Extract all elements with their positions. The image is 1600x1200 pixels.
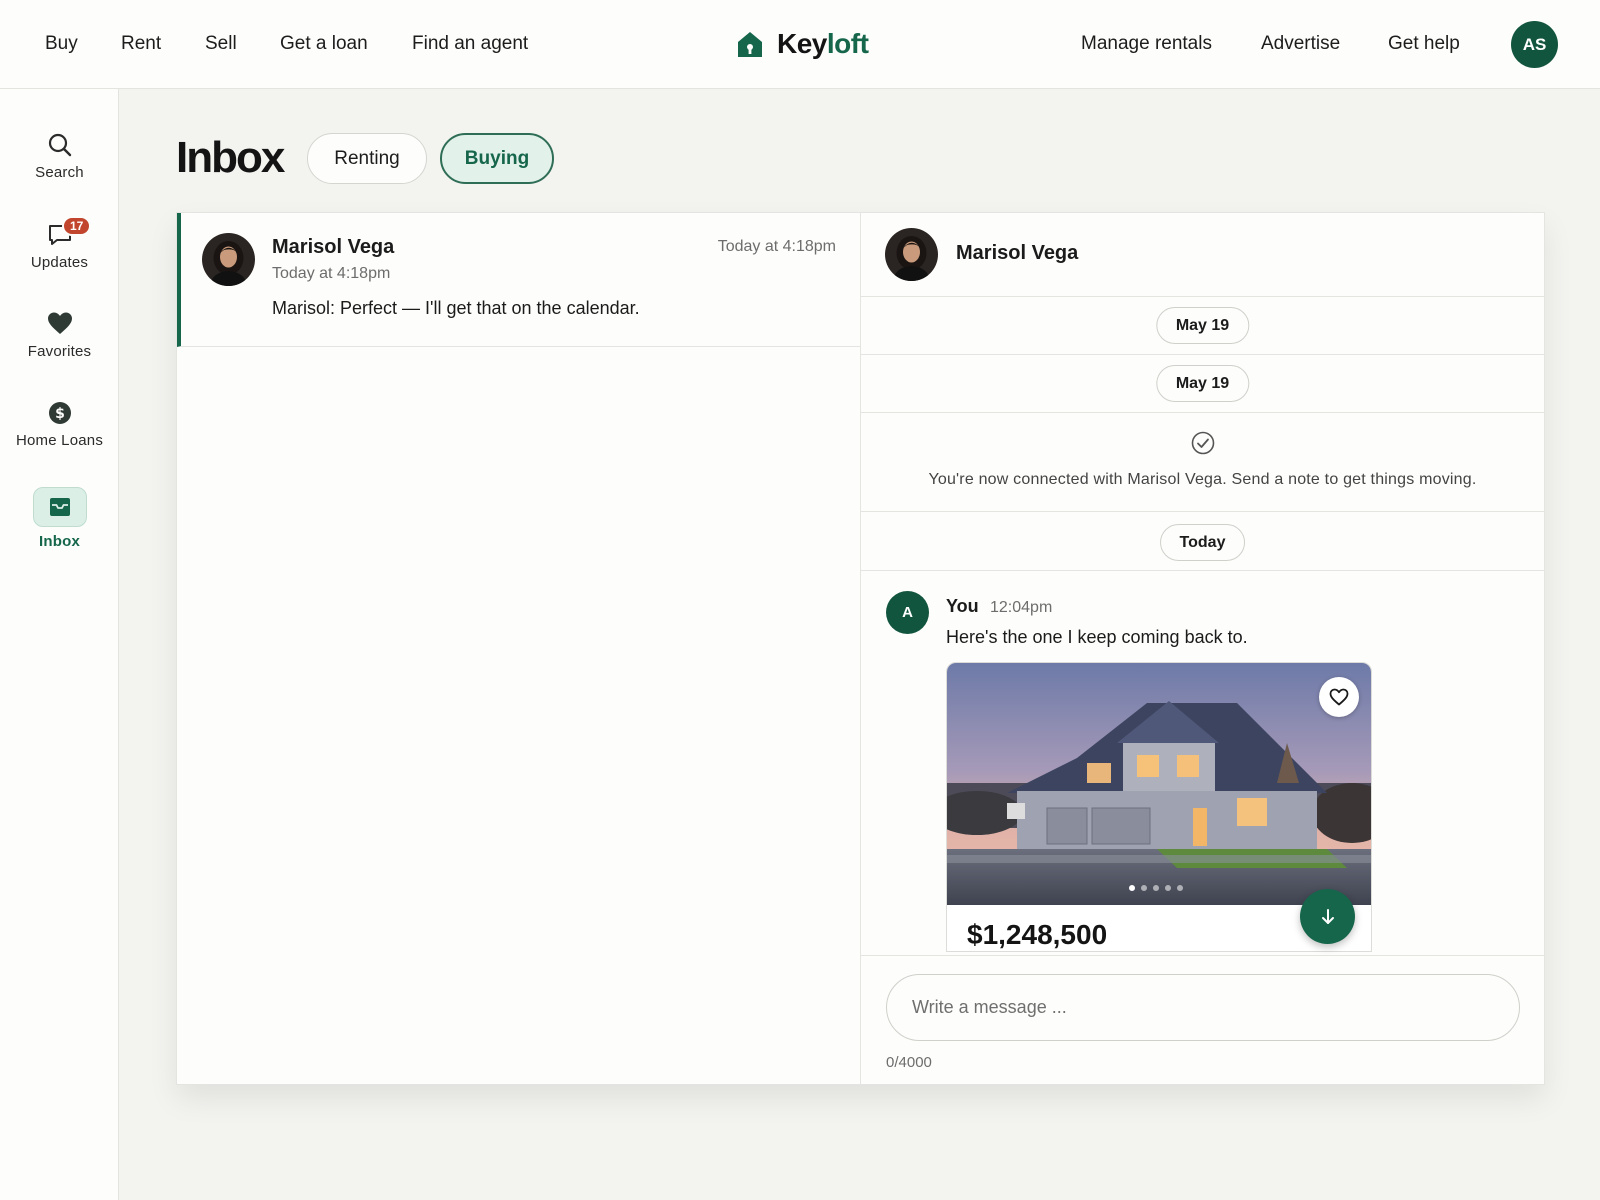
sidebar-item-label: Favorites xyxy=(27,343,92,360)
dollar-icon: $ xyxy=(48,402,71,424)
page-title: Inbox xyxy=(176,133,285,182)
arrow-down-icon xyxy=(1321,908,1334,924)
date-separator-row: May 19 xyxy=(861,297,1544,355)
brand-name-part1: Key xyxy=(777,28,827,59)
nav-link-rent[interactable]: Rent xyxy=(121,30,161,58)
date-separator-row: Today xyxy=(861,512,1544,571)
carousel-dot[interactable] xyxy=(1141,885,1147,891)
character-count: 0/4000 xyxy=(886,1054,932,1071)
sidebar-item-label: Home Loans xyxy=(15,432,104,449)
listing-price: $1,248,500 xyxy=(967,919,1108,950)
user-avatar[interactable]: AS xyxy=(1511,21,1558,68)
carousel-dot[interactable] xyxy=(1165,885,1171,891)
conversation-time: Today at 4:18pm xyxy=(717,238,836,255)
photo-carousel-dots xyxy=(1129,885,1183,891)
scroll-to-bottom-button[interactable] xyxy=(1300,889,1355,944)
nav-link-find-an-agent[interactable]: Find an agent xyxy=(412,30,528,58)
message-avatar: A xyxy=(886,591,929,634)
chat-header: Marisol Vega xyxy=(861,213,1544,297)
sidebar-item-home-loans[interactable]: $ Home Loans xyxy=(0,400,119,449)
date-separator: May 19 xyxy=(1155,365,1250,402)
conversation-list: Marisol Vega Today at 4:18pm Today at 4:… xyxy=(177,213,861,1084)
message-composer: 0/4000 xyxy=(861,955,1544,1084)
sidebar-item-inbox[interactable]: Inbox xyxy=(0,487,119,550)
nav-link-manage-rentals[interactable]: Manage rentals xyxy=(1081,30,1212,58)
tab-buying[interactable]: Buying xyxy=(440,133,554,184)
sidebar: Search 17 Updates Favorites $ Home Loans… xyxy=(0,89,119,1200)
sidebar-item-favorites[interactable]: Favorites xyxy=(0,311,119,360)
date-separator: May 19 xyxy=(1155,307,1250,344)
conversation-name: Marisol Vega xyxy=(272,236,395,258)
chat-contact-avatar xyxy=(885,228,938,281)
check-circle-icon xyxy=(1191,431,1215,455)
brand-name-part2: loft xyxy=(826,28,869,59)
top-nav: Buy Rent Sell Get a loan Find an agent K… xyxy=(0,0,1600,89)
message-text: Here's the one I keep coming back to. xyxy=(946,627,1248,647)
tab-renting[interactable]: Renting xyxy=(307,133,427,184)
heart-outline-icon xyxy=(1329,688,1349,706)
listing-photo xyxy=(947,663,1371,905)
heart-icon xyxy=(47,312,72,334)
sidebar-item-label: Inbox xyxy=(39,533,80,550)
nav-link-buy[interactable]: Buy xyxy=(45,30,78,58)
conversation-item[interactable]: Marisol Vega Today at 4:18pm Today at 4:… xyxy=(177,213,860,347)
chat-contact-name: Marisol Vega xyxy=(956,242,1079,264)
carousel-dot[interactable] xyxy=(1129,885,1135,891)
inbox-icon-wrap xyxy=(32,487,87,527)
contact-photo xyxy=(202,233,255,286)
nav-link-get-a-loan[interactable]: Get a loan xyxy=(280,30,368,58)
favorite-listing-button[interactable] xyxy=(1319,677,1359,717)
contact-avatar xyxy=(202,233,255,286)
svg-text:$: $ xyxy=(55,406,65,422)
nav-link-get-help[interactable]: Get help xyxy=(1388,30,1460,58)
sidebar-item-label: Updates xyxy=(30,254,89,271)
message-author: You xyxy=(946,596,979,616)
message-input[interactable] xyxy=(886,974,1520,1041)
contact-photo xyxy=(885,228,938,281)
sidebar-item-search[interactable]: Search xyxy=(0,132,119,181)
nav-link-sell[interactable]: Sell xyxy=(205,30,237,58)
updates-badge: 17 xyxy=(62,216,92,236)
connected-notice: You're now connected with Marisol Vega. … xyxy=(861,412,1544,512)
brand-logo[interactable]: Keyloft xyxy=(737,26,869,62)
sidebar-item-updates[interactable]: 17 Updates xyxy=(0,216,119,271)
today-separator: Today xyxy=(1159,524,1246,561)
message-time: 12:04pm xyxy=(990,599,1053,616)
nav-link-advertise[interactable]: Advertise xyxy=(1261,30,1340,58)
chat-pane: Marisol Vega May 19 May 19 You're now co… xyxy=(861,213,1544,1084)
carousel-dot[interactable] xyxy=(1153,885,1159,891)
connected-message: You're now connected with Marisol Vega. … xyxy=(928,471,1477,488)
conversation-preview: Marisol: Perfect — I'll get that on the … xyxy=(272,298,640,318)
carousel-dot[interactable] xyxy=(1177,885,1183,891)
house-icon xyxy=(738,32,762,57)
conversation-subtitle: Today at 4:18pm xyxy=(272,265,391,282)
brand-name: Keyloft xyxy=(777,28,869,60)
sidebar-item-label: Search xyxy=(35,164,84,181)
date-separator-row: May 19 xyxy=(861,355,1544,413)
inbox-tray-icon xyxy=(49,498,70,516)
search-icon xyxy=(48,133,71,157)
inbox-panel: Marisol Vega Today at 4:18pm Today at 4:… xyxy=(176,212,1545,1085)
